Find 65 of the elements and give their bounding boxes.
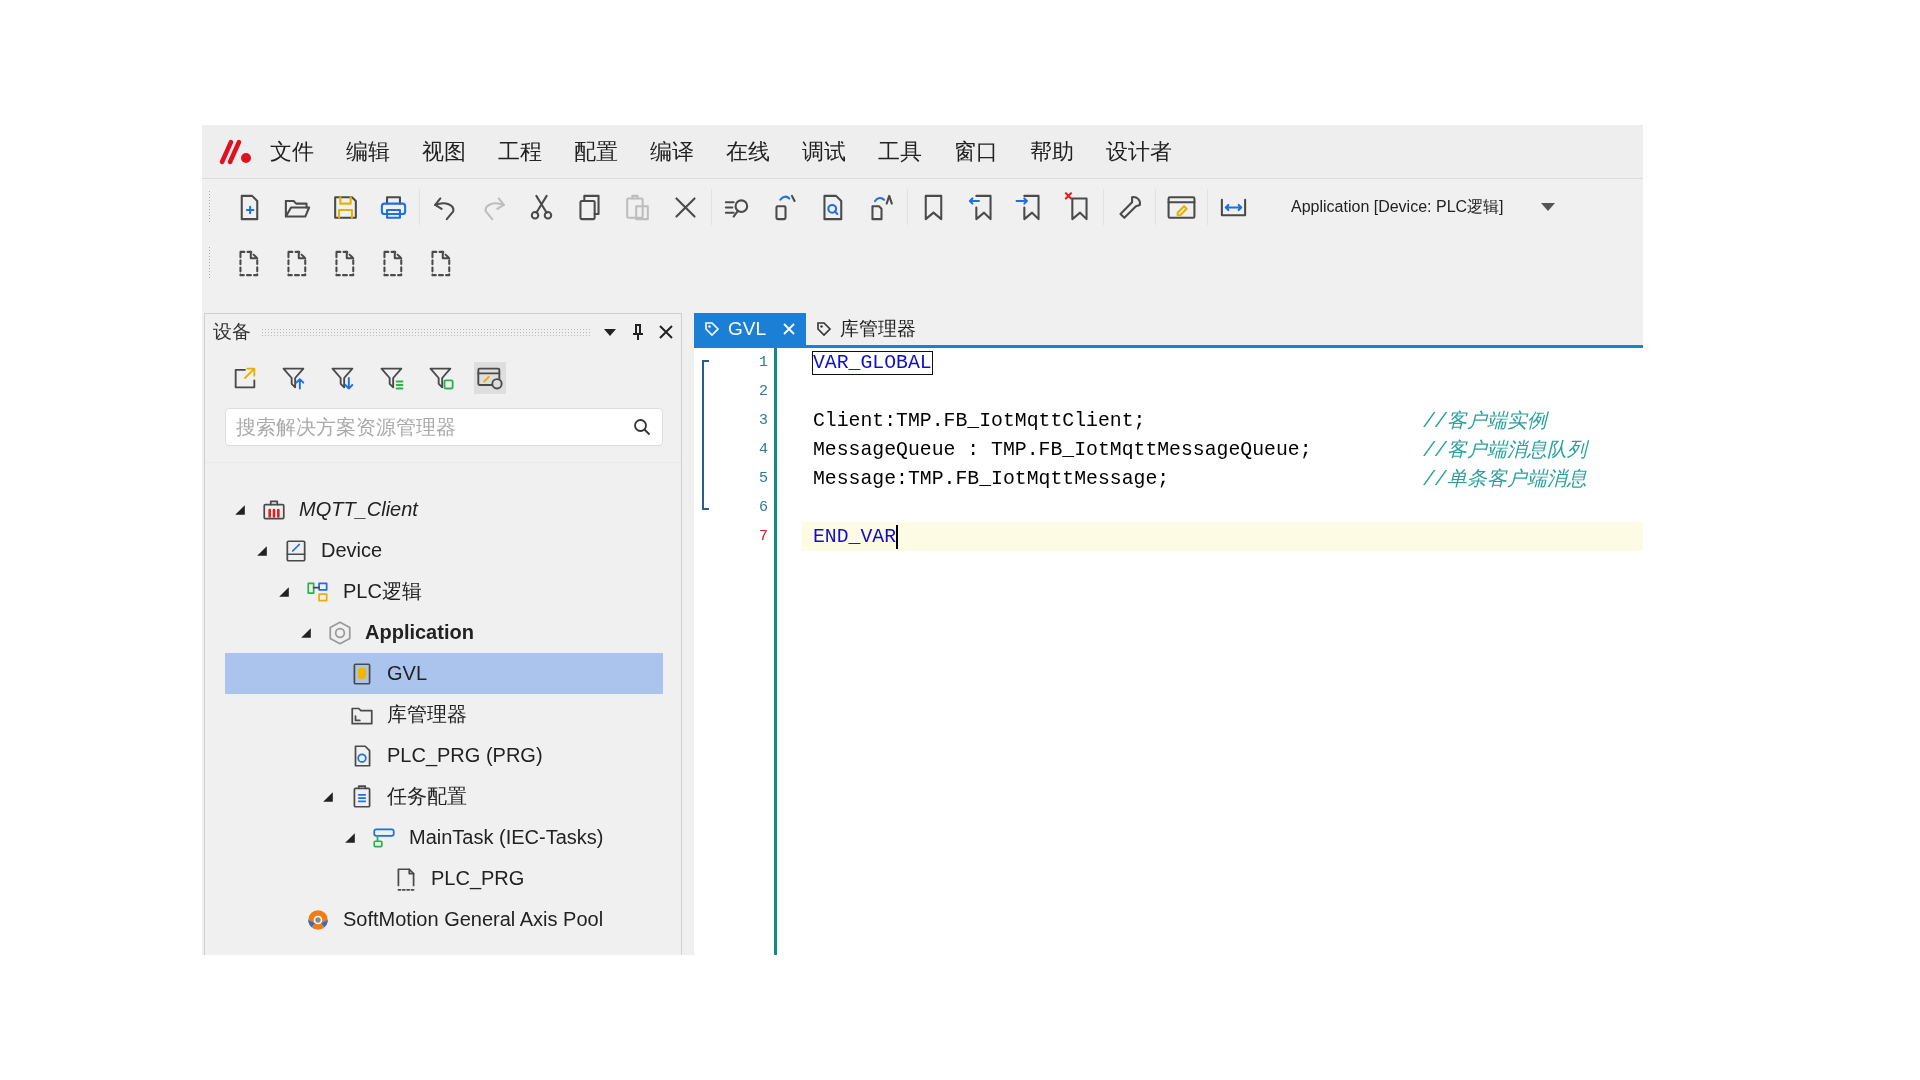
- tree-label: PLC逻辑: [343, 579, 422, 604]
- menu-item[interactable]: 编辑: [346, 132, 404, 171]
- device-icon: [283, 537, 309, 564]
- tree-item[interactable]: Device: [225, 530, 663, 571]
- window-settings-icon[interactable]: [474, 362, 506, 394]
- tree-label: 库管理器: [387, 702, 467, 727]
- close-icon[interactable]: [657, 323, 675, 341]
- tree-label: PLC_PRG: [431, 867, 525, 890]
- fold-bracket[interactable]: [702, 360, 709, 510]
- menu-item[interactable]: 工程: [498, 132, 556, 171]
- tree-label: 任务配置: [387, 784, 467, 809]
- menu-item[interactable]: 帮助: [1030, 132, 1088, 171]
- menu-item[interactable]: 窗口: [954, 132, 1012, 171]
- code-text: VAR_GLOBAL: [813, 351, 932, 374]
- tree-item[interactable]: MainTask (IEC-Tasks): [225, 817, 663, 858]
- drag-grip[interactable]: [208, 246, 212, 280]
- code-comment: //客户端实例: [1423, 409, 1547, 434]
- code-text: MessageQueue : TMP.FB_IotMqttMessageQueue;: [813, 438, 1312, 461]
- tree-label: MQTT_Client: [299, 498, 418, 521]
- tree-item[interactable]: PLC_PRG (PRG): [225, 735, 663, 776]
- tree-label: Device: [321, 539, 383, 562]
- line-number: 1: [758, 354, 768, 371]
- tree-item[interactable]: PLC_PRG: [225, 858, 663, 899]
- tree-item[interactable]: Application: [225, 612, 663, 653]
- tree-item[interactable]: MQTT_Client: [225, 489, 663, 530]
- menu-item[interactable]: 调试: [802, 132, 860, 171]
- tree-item[interactable]: SoftMotion General Axis Pool: [225, 899, 663, 940]
- tree-item[interactable]: GVL: [225, 653, 663, 694]
- line-number: 6: [758, 499, 768, 516]
- hexagon-icon: [327, 619, 353, 646]
- tree-label: PLC_PRG (PRG): [387, 744, 543, 767]
- menu-item[interactable]: 在线: [726, 132, 784, 171]
- line-number: 2: [758, 383, 768, 400]
- tree-label: MainTask (IEC-Tasks): [409, 826, 604, 849]
- search-field[interactable]: 搜索解决方案资源管理器: [225, 408, 663, 446]
- drag-grip[interactable]: [208, 190, 212, 224]
- line-number: 7: [758, 528, 768, 545]
- tree-label: SoftMotion General Axis Pool: [343, 908, 604, 931]
- line-number: 4: [758, 441, 768, 458]
- menu-item[interactable]: 视图: [422, 132, 480, 171]
- tree-item[interactable]: 任务配置: [225, 776, 663, 817]
- tree-item[interactable]: PLC逻辑: [225, 571, 663, 612]
- menu-item[interactable]: 编译: [650, 132, 708, 171]
- tag-icon: [704, 321, 720, 337]
- code-text: END_VAR: [813, 525, 897, 548]
- line-number: 3: [758, 412, 768, 429]
- tree-label: GVL: [387, 662, 428, 685]
- editor-tab[interactable]: 库管理器: [806, 313, 927, 345]
- menu-item[interactable]: 工具: [878, 132, 936, 171]
- tree-item[interactable]: 库管理器: [225, 694, 663, 735]
- line-number: 5: [758, 470, 768, 487]
- code-comment: //单条客户端消息: [1423, 467, 1587, 492]
- dropdown-caret-icon[interactable]: [1539, 202, 1556, 212]
- editor-tab[interactable]: GVL: [694, 313, 807, 345]
- code-text: Message:TMP.FB_IotMqttMessage;: [813, 467, 1170, 490]
- menu-item[interactable]: 文件: [270, 132, 328, 171]
- code-text: Client:TMP.FB_IotMqttClient;: [813, 409, 1146, 432]
- panel-title: 设备: [213, 320, 251, 344]
- text-cursor: [896, 524, 899, 549]
- tag-icon: [816, 321, 833, 337]
- menu-item[interactable]: 设计者: [1106, 132, 1186, 171]
- tree-label: Application: [365, 621, 474, 644]
- target-selector[interactable]: Application [Device: PLC逻辑]: [1289, 192, 1506, 222]
- menu-item[interactable]: 配置: [574, 132, 632, 171]
- search-icon[interactable]: [633, 418, 651, 436]
